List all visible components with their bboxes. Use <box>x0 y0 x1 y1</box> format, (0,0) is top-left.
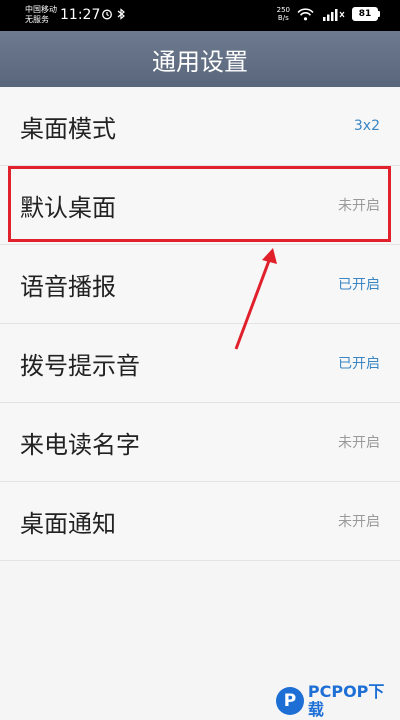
status-icons-left <box>101 8 126 20</box>
app-header: 通用设置 <box>0 31 400 87</box>
watermark-logo: P PCPOP下载 <box>276 683 400 719</box>
settings-item-label: 拨号提示音 <box>20 351 140 380</box>
settings-item-dial-tone[interactable]: 拨号提示音 已开启 <box>0 324 400 403</box>
status-time: 11:27 <box>60 7 101 23</box>
battery-level: 81 <box>352 7 378 21</box>
settings-item-value: 已开启 <box>338 356 380 372</box>
status-bar: 中国移动 无服务 11:27 250 B/s 81 <box>0 0 400 31</box>
net-speed: 250 B/s <box>277 6 290 22</box>
carrier-info: 中国移动 无服务 <box>25 5 57 25</box>
settings-item-label: 桌面模式 <box>20 114 116 143</box>
wifi-icon <box>297 7 314 20</box>
battery-tip <box>378 11 380 17</box>
settings-item-desktop-mode[interactable]: 桌面模式 3x2 <box>0 87 400 166</box>
settings-item-desktop-notification[interactable]: 桌面通知 未开启 <box>0 482 400 561</box>
settings-item-caller-name-readout[interactable]: 来电读名字 未开启 <box>0 403 400 482</box>
carrier-service: 无服务 <box>25 15 49 24</box>
battery-icon: 81 <box>352 7 380 21</box>
annotation-highlight-box <box>8 166 391 242</box>
settings-item-value: 未开启 <box>338 435 380 451</box>
settings-item-label: 语音播报 <box>20 272 116 301</box>
page-title: 通用设置 <box>152 47 248 76</box>
net-speed-unit: B/s <box>277 14 289 22</box>
settings-item-label: 来电读名字 <box>20 430 140 459</box>
bluetooth-icon <box>117 8 125 20</box>
status-icons-right: 250 B/s 81 <box>277 6 380 22</box>
settings-item-value: 3x2 <box>353 118 380 134</box>
settings-item-label: 桌面通知 <box>20 509 116 538</box>
settings-item-voice-broadcast[interactable]: 语音播报 已开启 <box>0 245 400 324</box>
watermark-text: PCPOP下载 <box>307 682 385 719</box>
net-speed-value: 250 <box>276 6 290 14</box>
watermark-p-icon: P <box>276 687 304 715</box>
carrier-name: 中国移动 <box>25 5 57 14</box>
alarm-icon <box>102 9 112 20</box>
settings-list: 桌面模式 3x2 默认桌面 未开启 语音播报 已开启 拨号提示音 已开启 来电读… <box>0 87 400 561</box>
signal-icon <box>323 8 345 21</box>
settings-item-value: 已开启 <box>338 277 380 293</box>
settings-item-value: 未开启 <box>338 514 380 530</box>
